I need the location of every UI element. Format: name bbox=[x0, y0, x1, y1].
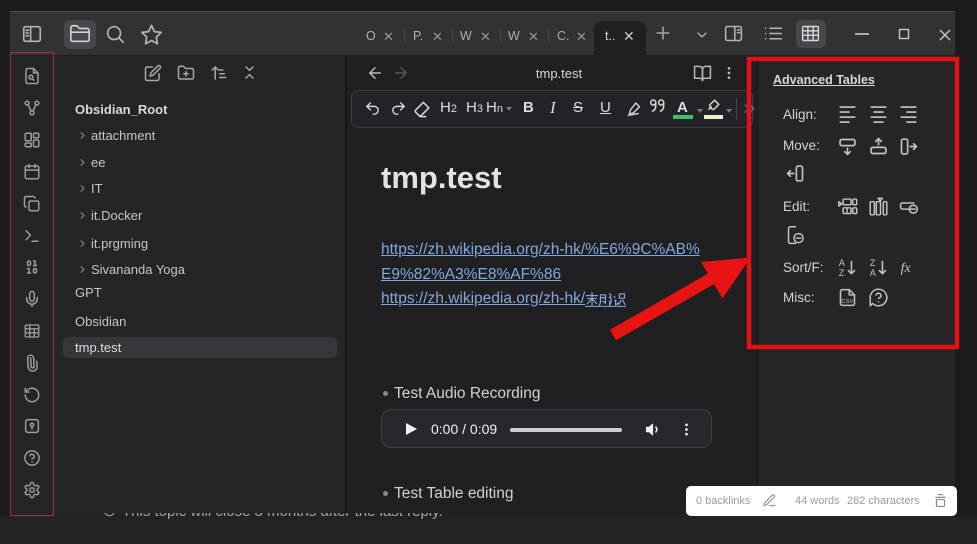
svg-text:A: A bbox=[870, 268, 877, 278]
svg-text:A: A bbox=[839, 258, 846, 268]
svg-text:CSV: CSV bbox=[842, 299, 854, 305]
svg-text:fx: fx bbox=[901, 261, 912, 276]
svg-text:Z: Z bbox=[839, 268, 845, 278]
svg-text:Z: Z bbox=[870, 258, 876, 268]
